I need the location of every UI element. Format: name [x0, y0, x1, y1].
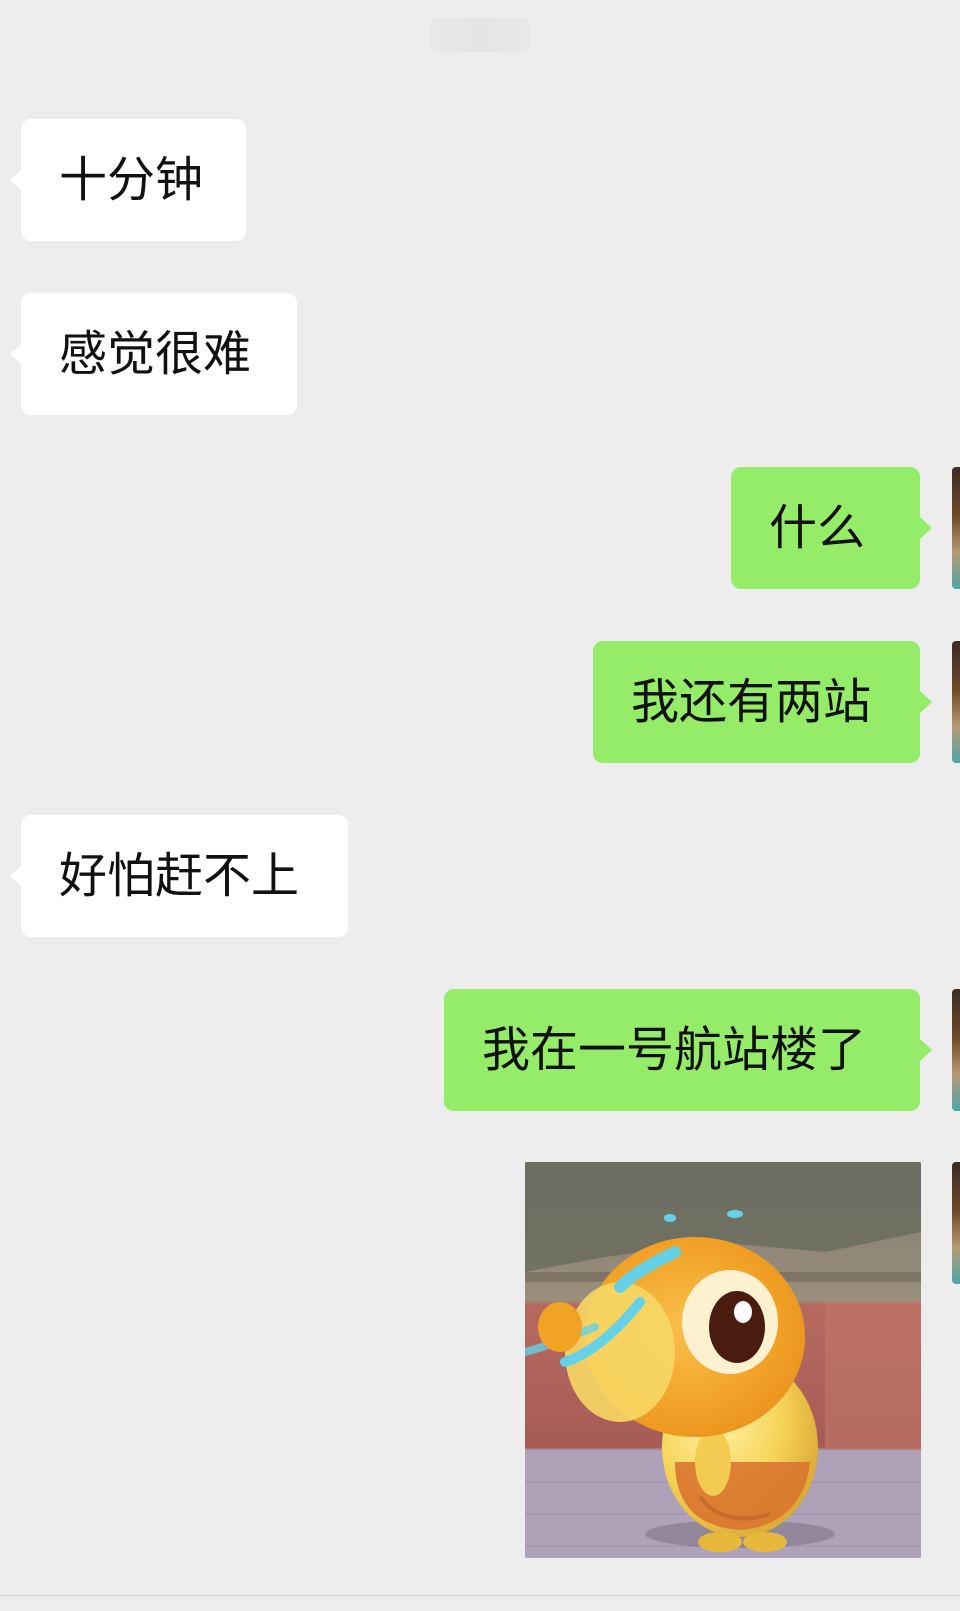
- message-incoming: 十分钟: [0, 119, 960, 241]
- avatar[interactable]: [952, 467, 960, 589]
- message-outgoing: 我还有两站: [0, 641, 960, 763]
- avatar[interactable]: [952, 989, 960, 1111]
- input-bar-divider: [0, 1595, 960, 1596]
- bubble-tail: [920, 691, 932, 713]
- header-fade: [430, 18, 530, 52]
- message-bubble[interactable]: 感觉很难: [21, 293, 297, 415]
- avatar[interactable]: [952, 641, 960, 763]
- bubble-tail: [920, 1039, 932, 1061]
- avatar[interactable]: [952, 1162, 960, 1284]
- message-bubble[interactable]: 我还有两站: [593, 641, 920, 763]
- message-bubble[interactable]: 我在一号航站楼了: [444, 989, 920, 1111]
- message-outgoing: 我在一号航站楼了: [0, 989, 960, 1111]
- message-bubble[interactable]: 十分钟: [21, 119, 246, 241]
- chat-area: 十分钟 感觉很难 什么 我还有两站 好怕赶不上 我在一号航站楼了: [0, 0, 960, 1611]
- message-outgoing: 什么: [0, 467, 960, 589]
- message-bubble[interactable]: 什么: [731, 467, 920, 589]
- message-incoming: 好怕赶不上: [0, 815, 960, 937]
- crying-chick-sticker-icon[interactable]: [525, 1162, 921, 1558]
- bubble-tail: [920, 517, 932, 539]
- message-incoming: 感觉很难: [0, 293, 960, 415]
- message-bubble[interactable]: 好怕赶不上: [21, 815, 348, 937]
